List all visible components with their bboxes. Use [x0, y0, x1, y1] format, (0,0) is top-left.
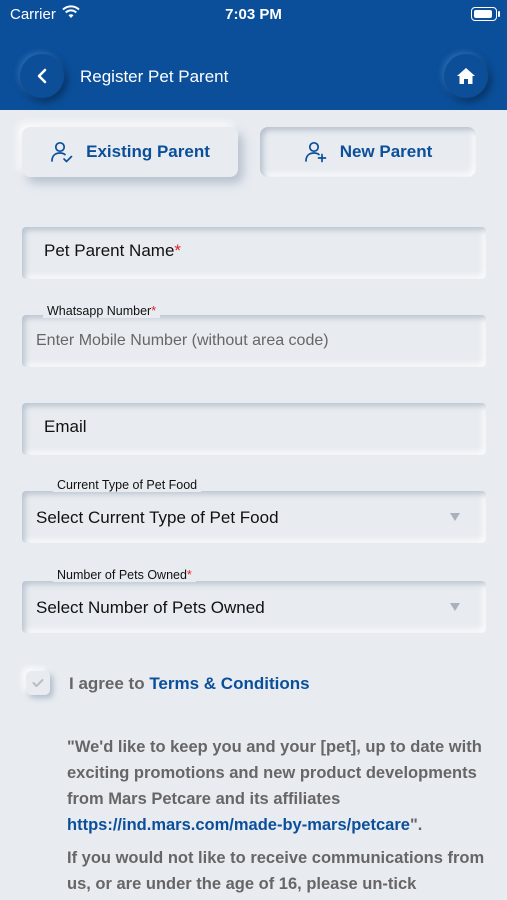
- back-button[interactable]: [20, 54, 64, 98]
- terms-link[interactable]: Terms & Conditions: [149, 674, 309, 693]
- terms-checkbox[interactable]: [26, 671, 50, 695]
- home-button[interactable]: [444, 54, 488, 98]
- tab-existing-parent[interactable]: Existing Parent: [22, 127, 238, 177]
- app-header: Carrier 7:03 PM Register Pet Parent: [0, 0, 507, 110]
- pets-owned-label: Number of Pets Owned*: [53, 568, 196, 582]
- tab-new-parent-label: New Parent: [339, 142, 433, 161]
- pets-owned-value: Select Number of Pets Owned: [36, 598, 265, 617]
- page-title: Register Pet Parent: [80, 67, 229, 86]
- email-field[interactable]: Email: [22, 403, 486, 455]
- battery-icon: [471, 7, 500, 21]
- check-icon: [32, 679, 44, 687]
- whatsapp-number-label: Whatsapp Number*: [43, 304, 161, 318]
- consent-paragraph: "We'd like to keep you and your [pet], u…: [67, 738, 482, 834]
- email-label: Email: [44, 417, 87, 436]
- whatsapp-number-placeholder: Enter Mobile Number (without area code): [36, 332, 329, 349]
- tab-existing-parent-label: Existing Parent: [86, 142, 210, 161]
- user-plus-icon: [304, 141, 327, 163]
- required-mark: *: [174, 241, 182, 260]
- pet-parent-name-label: Pet Parent Name*: [44, 241, 182, 260]
- pets-owned-select[interactable]: Select Number of Pets Owned: [22, 581, 486, 633]
- status-time: 7:03 PM: [225, 6, 282, 23]
- pet-parent-name-field[interactable]: Pet Parent Name*: [22, 227, 486, 279]
- mars-petcare-link[interactable]: https://ind.mars.com/made-by-mars/petcar…: [67, 816, 410, 834]
- terms-agreement: I agree to Terms & Conditions: [69, 674, 310, 693]
- home-icon: [457, 68, 475, 84]
- dropdown-caret-icon: [450, 603, 460, 611]
- opt-out-paragraph: If you would not like to receive communi…: [67, 849, 485, 893]
- whatsapp-number-field[interactable]: Enter Mobile Number (without area code): [22, 315, 486, 367]
- required-mark: *: [186, 568, 192, 582]
- status-bar: Carrier 7:03 PM: [0, 0, 507, 30]
- chevron-left-icon: [37, 68, 47, 84]
- pet-food-select[interactable]: Select Current Type of Pet Food: [22, 491, 486, 543]
- required-mark: *: [151, 304, 157, 318]
- tab-new-parent[interactable]: New Parent: [260, 127, 476, 177]
- pet-food-label: Current Type of Pet Food: [53, 478, 202, 492]
- dropdown-caret-icon: [450, 513, 460, 521]
- user-check-icon: [51, 141, 73, 163]
- pet-food-value: Select Current Type of Pet Food: [36, 508, 279, 527]
